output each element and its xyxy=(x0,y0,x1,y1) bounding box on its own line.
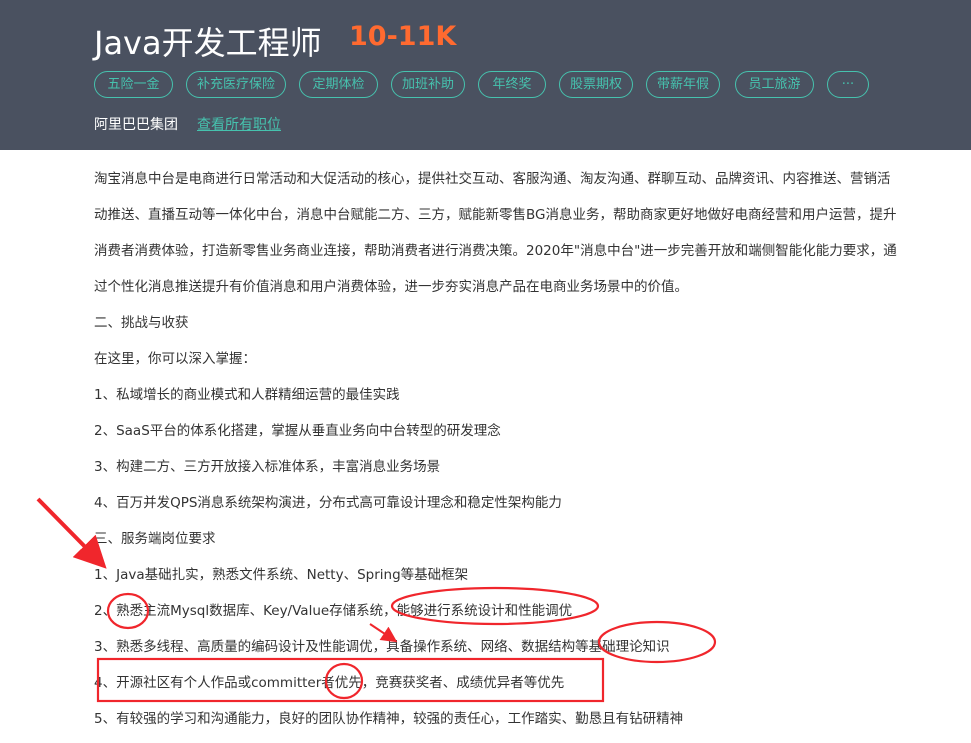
list-item: 3、构建二方、三方开放接入标准体系，丰富消息业务场景 xyxy=(94,459,441,475)
requirement-item: 5、有较强的学习和沟通能力，良好的团队协作精神，较强的责任心，工作踏实、勤恳且有… xyxy=(94,711,684,727)
description-line: 淘宝消息中台是电商进行日常活动和大促活动的核心，提供社交互动、客服沟通、淘友沟通… xyxy=(94,171,891,187)
benefit-tag: 员工旅游 xyxy=(735,71,814,98)
list-item: 1、私域增长的商业模式和人群精细运营的最佳实践 xyxy=(94,387,400,403)
benefit-tag: 定期体检 xyxy=(299,71,378,98)
benefit-tag: 补充医疗保险 xyxy=(186,71,286,98)
benefit-tag: 年终奖 xyxy=(478,71,546,98)
benefit-tag: 股票期权 xyxy=(559,71,633,98)
benefit-tag: 带薪年假 xyxy=(646,71,720,98)
description-line: 消费者消费体验，打造新零售业务商业连接，帮助消费者进行消费决策。2020年"消息… xyxy=(94,243,897,259)
job-title: Java开发工程师 xyxy=(94,24,322,62)
salary: 10-11K xyxy=(349,21,457,52)
section-heading-requirements: 三、服务端岗位要求 xyxy=(94,531,216,547)
more-tags-button[interactable]: ··· xyxy=(827,71,869,98)
requirement-item: 4、开源社区有个人作品或committer者优先，竞赛获奖者、成绩优异者等优先 xyxy=(94,675,565,691)
list-item: 4、百万并发QPS消息系统架构演进，分布式高可靠设计理念和稳定性架构能力 xyxy=(94,495,562,511)
description-line: 在这里，你可以深入掌握： xyxy=(94,351,256,367)
list-item: 2、SaaS平台的体系化搭建，掌握从垂直业务向中台转型的研发理念 xyxy=(94,423,501,439)
view-all-jobs-link[interactable]: 查看所有职位 xyxy=(197,114,281,134)
job-description: 淘宝消息中台是电商进行日常活动和大促活动的核心，提供社交互动、客服沟通、淘友沟通… xyxy=(94,161,934,737)
job-header: Java开发工程师 10-11K 五险一金 补充医疗保险 定期体检 加班补助 年… xyxy=(0,0,971,150)
benefit-tag: 加班补助 xyxy=(391,71,465,98)
annotation-arrow xyxy=(36,497,107,569)
requirement-item: 2、熟悉主流Mysql数据库、Key/Value存储系统，能够进行系统设计和性能… xyxy=(94,603,573,619)
section-heading-challenges: 二、挑战与收获 xyxy=(94,315,189,331)
company-name: 阿里巴巴集团 xyxy=(94,117,178,133)
requirement-item: 1、Java基础扎实，熟悉文件系统、Netty、Spring等基础框架 xyxy=(94,567,469,583)
benefit-tag: 五险一金 xyxy=(94,71,173,98)
description-line: 过个性化消息推送提升有价值消息和用户消费体验，进一步夯实消息产品在电商业务场景中… xyxy=(94,279,688,295)
description-line: 动推送、直播互动等一体化中台，消息中台赋能二方、三方，赋能新零售BG消息业务，帮… xyxy=(94,207,897,223)
requirement-item: 3、熟悉多线程、高质量的编码设计及性能调优，具备操作系统、网络、数据结构等基础理… xyxy=(94,639,670,655)
